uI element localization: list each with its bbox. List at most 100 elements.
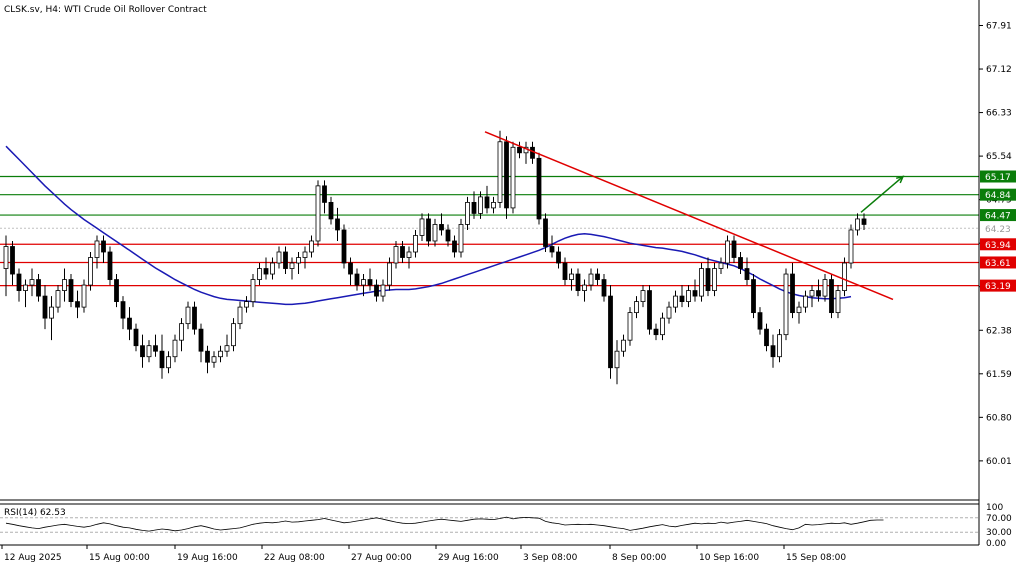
x-axis-tick-label: 12 Aug 2025 (4, 553, 62, 563)
candle (634, 296, 639, 319)
bearish-candle-body (601, 279, 607, 297)
y-axis-tick-label: 61.59 (986, 370, 1012, 380)
candle (328, 196, 334, 225)
rsi-axis-label: 30.00 (986, 528, 1012, 538)
bullish-candle-body (172, 339, 178, 358)
candle (237, 301, 243, 330)
candle (426, 213, 431, 247)
bullish-candle-body (296, 257, 301, 264)
bearish-candle-body (42, 295, 48, 319)
bullish-candle-body (413, 235, 418, 253)
candle (120, 296, 126, 330)
candle (614, 340, 620, 385)
bearish-candle-body (354, 273, 360, 286)
candle (276, 246, 282, 269)
candle (322, 180, 327, 214)
bullish-candle-body (270, 262, 275, 275)
bullish-candle-body (634, 301, 639, 314)
bullish-candle-body (179, 323, 184, 341)
candle (88, 252, 93, 291)
candle (101, 235, 106, 264)
rsi-line (5, 516, 884, 532)
bearish-candle-body (114, 279, 119, 302)
candle (751, 274, 756, 319)
candle (653, 323, 659, 341)
bullish-candle-body (224, 345, 230, 352)
bearish-candle-body (263, 268, 269, 275)
candle (796, 301, 802, 324)
bullish-candle-body (855, 218, 860, 231)
price-chart[interactable]: 67.9167.1266.3365.5464.7563.9663.1762.38… (0, 0, 1024, 567)
bullish-candle-body (614, 350, 620, 369)
bullish-candle-body (621, 339, 626, 352)
candle (348, 257, 353, 286)
candle (172, 334, 178, 363)
description-text: WTI Crude Oil Rollover Contract (64, 5, 207, 15)
bearish-candle-body (751, 279, 756, 314)
candle (484, 185, 490, 214)
bearish-candle-body (595, 273, 600, 280)
candle (133, 323, 139, 352)
bullish-candle-body (497, 141, 503, 203)
y-axis-tick-label: 62.38 (986, 326, 1012, 336)
candle (744, 257, 750, 286)
bearish-candle-body (439, 224, 444, 231)
candle (861, 213, 867, 230)
bullish-candle-body (569, 273, 574, 280)
bearish-candle-body (790, 273, 795, 314)
candle (263, 257, 269, 280)
candle (497, 130, 503, 208)
bearish-candle-body (198, 328, 204, 352)
candle (341, 224, 347, 269)
bullish-candle-body (809, 290, 815, 297)
bearish-candle-body (68, 279, 74, 302)
candle (42, 285, 48, 330)
candle (283, 246, 288, 275)
bearish-candle-body (731, 240, 737, 258)
bullish-candle-body (237, 306, 243, 325)
candle (673, 290, 678, 313)
bullish-candle-body (848, 229, 854, 264)
bullish-candle-body (406, 251, 412, 258)
bearish-candle-body (816, 290, 821, 297)
bullish-candle-body (432, 224, 438, 242)
bullish-candle-body (55, 290, 61, 308)
bearish-candle-body (757, 312, 763, 330)
candle (517, 141, 522, 159)
candle (419, 213, 425, 241)
bearish-candle-body (471, 201, 477, 214)
candle (595, 268, 600, 286)
bullish-candle-body (146, 345, 152, 358)
candle (803, 290, 808, 313)
bullish-candle-body (491, 201, 496, 209)
candle (692, 279, 698, 302)
candle (10, 240, 15, 286)
candle (315, 180, 321, 247)
candle (562, 257, 568, 286)
level-price-label: 65.17 (985, 173, 1011, 183)
candle (289, 257, 295, 280)
bearish-candle-body (738, 257, 743, 269)
bullish-candle-body (244, 301, 249, 308)
bearish-candle-body (107, 251, 113, 280)
bearish-candle-body (543, 218, 548, 247)
candle (848, 224, 854, 269)
rsi-axis-label: 0.00 (986, 539, 1006, 549)
candle (302, 246, 308, 269)
candle (367, 268, 373, 291)
bearish-candle-body (517, 146, 522, 154)
x-axis-tick-label: 22 Aug 08:00 (264, 553, 325, 563)
rsi-axis-label: 70.00 (986, 514, 1012, 524)
candle (218, 345, 223, 363)
rsi-axis-label: 100 (986, 503, 1003, 513)
candle (68, 274, 74, 308)
bullish-candle-body (88, 257, 93, 286)
candle (309, 235, 314, 258)
bullish-candle-body (257, 268, 262, 280)
candle (75, 290, 80, 319)
candle (413, 229, 418, 258)
level-price-label: 63.19 (985, 282, 1011, 292)
bullish-candle-body (393, 246, 399, 264)
bullish-candle-body (822, 279, 828, 297)
bullish-candle-body (835, 290, 841, 314)
